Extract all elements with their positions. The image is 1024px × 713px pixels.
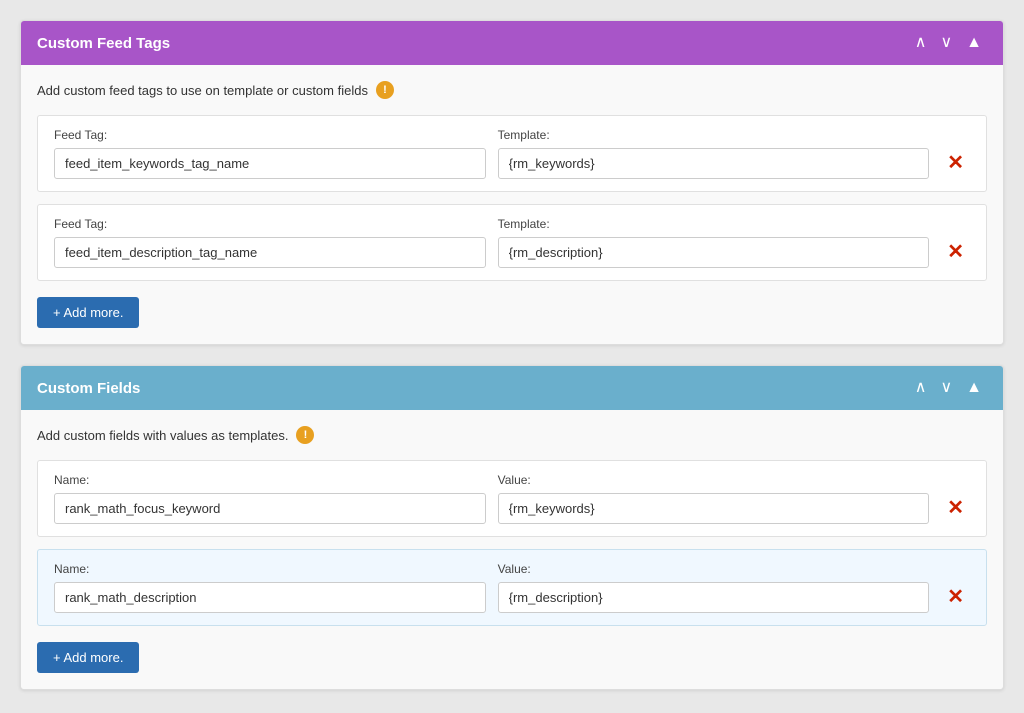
- custom-feed-tags-down-button[interactable]: ∨: [935, 33, 957, 53]
- custom-feed-tags-add-more-button[interactable]: + Add more.: [37, 297, 139, 328]
- custom-feed-tags-up-button[interactable]: ∧: [910, 33, 932, 53]
- name-label-1: Name:: [54, 473, 486, 487]
- custom-feed-tags-row-1: Feed Tag: Template: ✕: [37, 115, 987, 192]
- custom-fields-down-button[interactable]: ∨: [935, 378, 957, 398]
- name-input-1[interactable]: [54, 493, 486, 524]
- custom-fields-controls: ∧ ∨ ▲: [910, 378, 987, 398]
- template-group-1: Template:: [498, 128, 930, 179]
- template-label-2: Template:: [498, 217, 930, 231]
- value-label-1: Value:: [498, 473, 930, 487]
- custom-feed-tags-description: Add custom feed tags to use on template …: [37, 81, 987, 99]
- delete-cf-row-1-button[interactable]: ✕: [941, 494, 970, 522]
- custom-feed-tags-description-text: Add custom feed tags to use on template …: [37, 83, 368, 98]
- custom-fields-description: Add custom fields with values as templat…: [37, 426, 987, 444]
- value-input-1[interactable]: [498, 493, 930, 524]
- value-group-2: Value:: [498, 562, 930, 613]
- feed-tag-label-1: Feed Tag:: [54, 128, 486, 142]
- name-input-2[interactable]: [54, 582, 486, 613]
- feed-tag-group-2: Feed Tag:: [54, 217, 486, 268]
- custom-feed-tags-field-row-1: Feed Tag: Template: ✕: [54, 128, 970, 179]
- delete-row-1-button[interactable]: ✕: [941, 149, 970, 177]
- custom-fields-field-row-1: Name: Value: ✕: [54, 473, 970, 524]
- value-input-2[interactable]: [498, 582, 930, 613]
- custom-feed-tags-row-2: Feed Tag: Template: ✕: [37, 204, 987, 281]
- custom-fields-collapse-button[interactable]: ▲: [961, 378, 987, 398]
- custom-fields-field-row-2: Name: Value: ✕: [54, 562, 970, 613]
- custom-feed-tags-controls: ∧ ∨ ▲: [910, 33, 987, 53]
- template-group-2: Template:: [498, 217, 930, 268]
- template-label-1: Template:: [498, 128, 930, 142]
- custom-fields-row-2: Name: Value: ✕: [37, 549, 987, 626]
- feed-tag-group-1: Feed Tag:: [54, 128, 486, 179]
- name-group-1: Name:: [54, 473, 486, 524]
- custom-fields-header: Custom Fields ∧ ∨ ▲: [21, 366, 1003, 410]
- custom-feed-tags-field-row-2: Feed Tag: Template: ✕: [54, 217, 970, 268]
- value-label-2: Value:: [498, 562, 930, 576]
- custom-fields-up-button[interactable]: ∧: [910, 378, 932, 398]
- delete-cf-row-2-button[interactable]: ✕: [941, 583, 970, 611]
- value-group-1: Value:: [498, 473, 930, 524]
- feed-tag-input-1[interactable]: [54, 148, 486, 179]
- custom-feed-tags-header: Custom Feed Tags ∧ ∨ ▲: [21, 21, 1003, 65]
- custom-fields-info-icon: !: [296, 426, 314, 444]
- custom-fields-title: Custom Fields: [37, 380, 140, 397]
- custom-fields-panel: Custom Fields ∧ ∨ ▲ Add custom fields wi…: [20, 365, 1004, 690]
- template-input-1[interactable]: [498, 148, 930, 179]
- custom-fields-row-1: Name: Value: ✕: [37, 460, 987, 537]
- custom-fields-add-more-button[interactable]: + Add more.: [37, 642, 139, 673]
- custom-feed-tags-info-icon: !: [376, 81, 394, 99]
- feed-tag-input-2[interactable]: [54, 237, 486, 268]
- template-input-2[interactable]: [498, 237, 930, 268]
- feed-tag-label-2: Feed Tag:: [54, 217, 486, 231]
- custom-fields-body: Add custom fields with values as templat…: [21, 410, 1003, 689]
- custom-fields-description-text: Add custom fields with values as templat…: [37, 428, 288, 443]
- custom-feed-tags-body: Add custom feed tags to use on template …: [21, 65, 1003, 344]
- custom-feed-tags-title: Custom Feed Tags: [37, 35, 170, 52]
- name-group-2: Name:: [54, 562, 486, 613]
- name-label-2: Name:: [54, 562, 486, 576]
- delete-row-2-button[interactable]: ✕: [941, 238, 970, 266]
- custom-feed-tags-collapse-button[interactable]: ▲: [961, 33, 987, 53]
- custom-feed-tags-panel: Custom Feed Tags ∧ ∨ ▲ Add custom feed t…: [20, 20, 1004, 345]
